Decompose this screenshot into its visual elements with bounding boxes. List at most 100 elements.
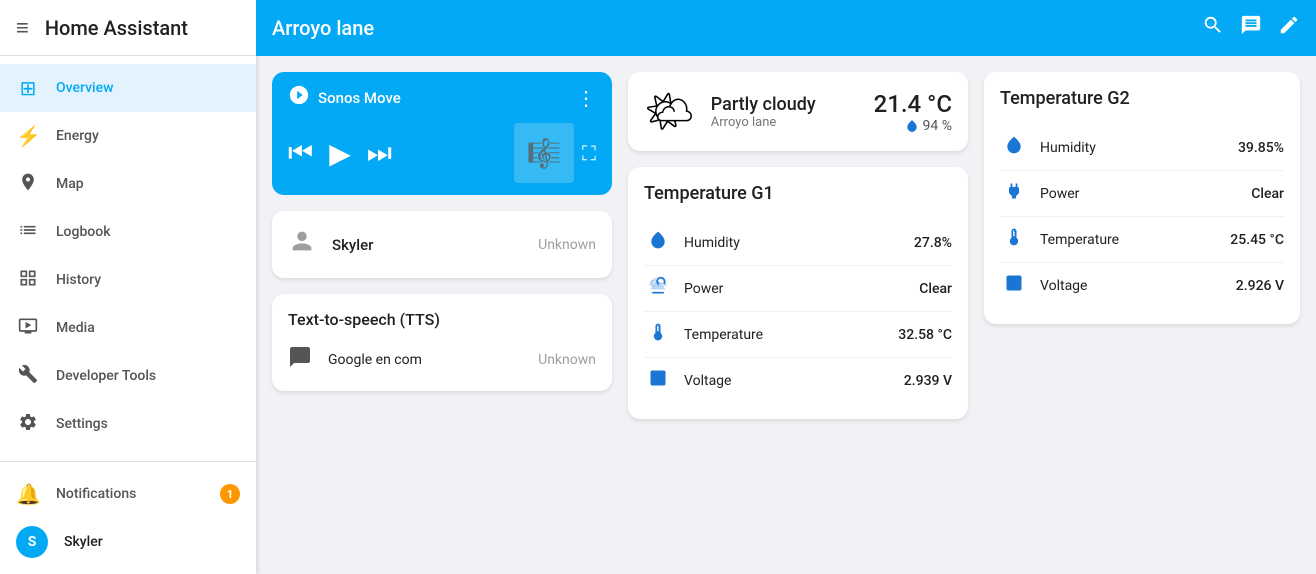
- tts-item-name: Google en com: [328, 352, 522, 368]
- g2-humidity-icon: [1000, 135, 1028, 160]
- g2-power-name: Power: [1040, 186, 1239, 202]
- temp-g1-card: Temperature G1 Humidity 27.8% Power Clea…: [628, 167, 968, 419]
- chat-icon[interactable]: [1240, 14, 1262, 42]
- weather-icon: 🌤: [644, 88, 695, 135]
- g2-humidity-value: 39.85%: [1238, 140, 1284, 156]
- map-icon: [16, 172, 40, 197]
- sidebar-item-developer-tools[interactable]: Developer Tools: [0, 352, 256, 400]
- weather-condition: Partly cloudy: [711, 94, 858, 115]
- g2-power-row: Power Clear: [1000, 171, 1284, 217]
- g2-power-icon: [1000, 181, 1028, 206]
- sidebar-item-overview[interactable]: ⊞ Overview: [0, 64, 256, 112]
- sidebar-item-settings[interactable]: Settings: [0, 400, 256, 448]
- person-icon: [288, 227, 316, 262]
- left-column: Sonos Move ⋮ ⏮ ▶ ⏭ 🎼 ⛶: [272, 72, 612, 558]
- g2-temp-icon: [1000, 227, 1028, 252]
- notifications-label: Notifications: [56, 486, 204, 502]
- tts-title: Text-to-speech (TTS): [288, 310, 596, 329]
- play-icon[interactable]: ▶: [329, 137, 351, 170]
- main-content: Arroyo lane So: [256, 0, 1316, 574]
- sonos-card: Sonos Move ⋮ ⏮ ▶ ⏭ 🎼 ⛶: [272, 72, 612, 195]
- person-status: Unknown: [538, 237, 596, 253]
- sidebar-footer: 🔔 Notifications 1 S Skyler: [0, 461, 256, 574]
- settings-icon: [16, 412, 40, 437]
- weather-temperature: 21.4 °C: [874, 90, 952, 118]
- tts-item: Google en com Unknown: [288, 345, 596, 375]
- g1-power-name: Power: [684, 281, 907, 297]
- temp-g2-card: Temperature G2 Humidity 39.85% Power Cle…: [984, 72, 1300, 324]
- sonos-fullscreen-icon[interactable]: ⛶: [582, 141, 596, 165]
- g2-humidity-row: Humidity 39.85%: [1000, 125, 1284, 171]
- g1-voltage-value: 2.939 V: [904, 373, 952, 389]
- menu-icon[interactable]: ≡: [16, 15, 29, 41]
- prev-track-icon[interactable]: ⏮: [288, 136, 313, 170]
- topbar-actions: [1202, 14, 1300, 42]
- g1-power-icon: [644, 276, 672, 301]
- sonos-album-art: 🎼: [514, 123, 574, 183]
- user-avatar: S: [16, 526, 48, 558]
- sidebar-label-settings: Settings: [56, 416, 240, 432]
- sidebar-item-history[interactable]: History: [0, 256, 256, 304]
- energy-icon: ⚡: [16, 124, 40, 148]
- g2-temp-name: Temperature: [1040, 232, 1218, 248]
- user-item[interactable]: S Skyler: [0, 518, 256, 566]
- middle-column: 🌤 Partly cloudy Arroyo lane 21.4 °C 94 %…: [628, 72, 968, 558]
- sidebar-label-history: History: [56, 272, 240, 288]
- search-icon[interactable]: [1202, 14, 1224, 42]
- sidebar-nav: ⊞ Overview ⚡ Energy Map Logbook History: [0, 56, 256, 461]
- sonos-name: Sonos Move: [318, 89, 401, 107]
- tts-icon: [288, 345, 312, 375]
- topbar: Arroyo lane: [256, 0, 1316, 56]
- g2-voltage-value: 2.926 V: [1236, 278, 1284, 294]
- sidebar-item-energy[interactable]: ⚡ Energy: [0, 112, 256, 160]
- person-name: Skyler: [332, 236, 522, 254]
- sonos-header: Sonos Move ⋮: [288, 84, 596, 111]
- sidebar-item-media[interactable]: Media: [0, 304, 256, 352]
- edit-icon[interactable]: [1278, 14, 1300, 42]
- sonos-controls: ⏮ ▶ ⏭: [288, 136, 392, 170]
- sonos-controls-row: ⏮ ▶ ⏭ 🎼 ⛶: [288, 123, 596, 183]
- weather-location: Arroyo lane: [711, 115, 858, 130]
- g1-power-row: Power Clear: [644, 266, 952, 312]
- temp-g2-title: Temperature G2: [1000, 88, 1284, 109]
- user-name: Skyler: [64, 534, 103, 550]
- sidebar-label-energy: Energy: [56, 128, 240, 144]
- sidebar-label-media: Media: [56, 320, 240, 336]
- right-column: Temperature G2 Humidity 39.85% Power Cle…: [984, 72, 1300, 558]
- g1-temp-icon: [644, 322, 672, 347]
- topbar-title: Arroyo lane: [272, 16, 374, 40]
- sidebar-label-overview: Overview: [56, 80, 240, 96]
- g1-voltage-row: Voltage 2.939 V: [644, 358, 952, 403]
- g1-humidity-name: Humidity: [684, 235, 902, 251]
- g1-power-value: Clear: [919, 281, 952, 297]
- tts-card: Text-to-speech (TTS) Google en com Unkno…: [272, 294, 612, 391]
- sonos-title-row: Sonos Move: [288, 84, 401, 111]
- content-area: Sonos Move ⋮ ⏮ ▶ ⏭ 🎼 ⛶: [256, 56, 1316, 574]
- sidebar-item-logbook[interactable]: Logbook: [0, 208, 256, 256]
- next-track-icon[interactable]: ⏭: [367, 136, 392, 170]
- notifications-icon: 🔔: [16, 482, 40, 506]
- g2-voltage-name: Voltage: [1040, 278, 1224, 294]
- sonos-device-icon: [288, 84, 310, 111]
- sidebar-item-map[interactable]: Map: [0, 160, 256, 208]
- humidity-value: 94 %: [923, 118, 952, 134]
- g1-temp-value: 32.58 °C: [898, 327, 952, 343]
- weather-right: 21.4 °C 94 %: [874, 90, 952, 134]
- person-card: Skyler Unknown: [272, 211, 612, 278]
- weather-card: 🌤 Partly cloudy Arroyo lane 21.4 °C 94 %: [628, 72, 968, 151]
- media-icon: [16, 316, 40, 341]
- overview-icon: ⊞: [16, 76, 40, 100]
- sidebar-item-notifications[interactable]: 🔔 Notifications 1: [0, 470, 256, 518]
- g1-humidity-icon: [644, 230, 672, 255]
- g2-humidity-name: Humidity: [1040, 140, 1226, 156]
- g2-temp-row: Temperature 25.45 °C: [1000, 217, 1284, 263]
- sonos-more-icon[interactable]: ⋮: [576, 86, 596, 110]
- g2-power-value: Clear: [1251, 186, 1284, 202]
- g1-temp-row: Temperature 32.58 °C: [644, 312, 952, 358]
- g1-humidity-value: 27.8%: [914, 235, 952, 251]
- app-title: Home Assistant: [45, 16, 188, 40]
- weather-humidity: 94 %: [874, 118, 952, 134]
- sidebar: ≡ Home Assistant ⊞ Overview ⚡ Energy Map…: [0, 0, 256, 574]
- g2-voltage-row: Voltage 2.926 V: [1000, 263, 1284, 308]
- g2-temp-value: 25.45 °C: [1230, 232, 1284, 248]
